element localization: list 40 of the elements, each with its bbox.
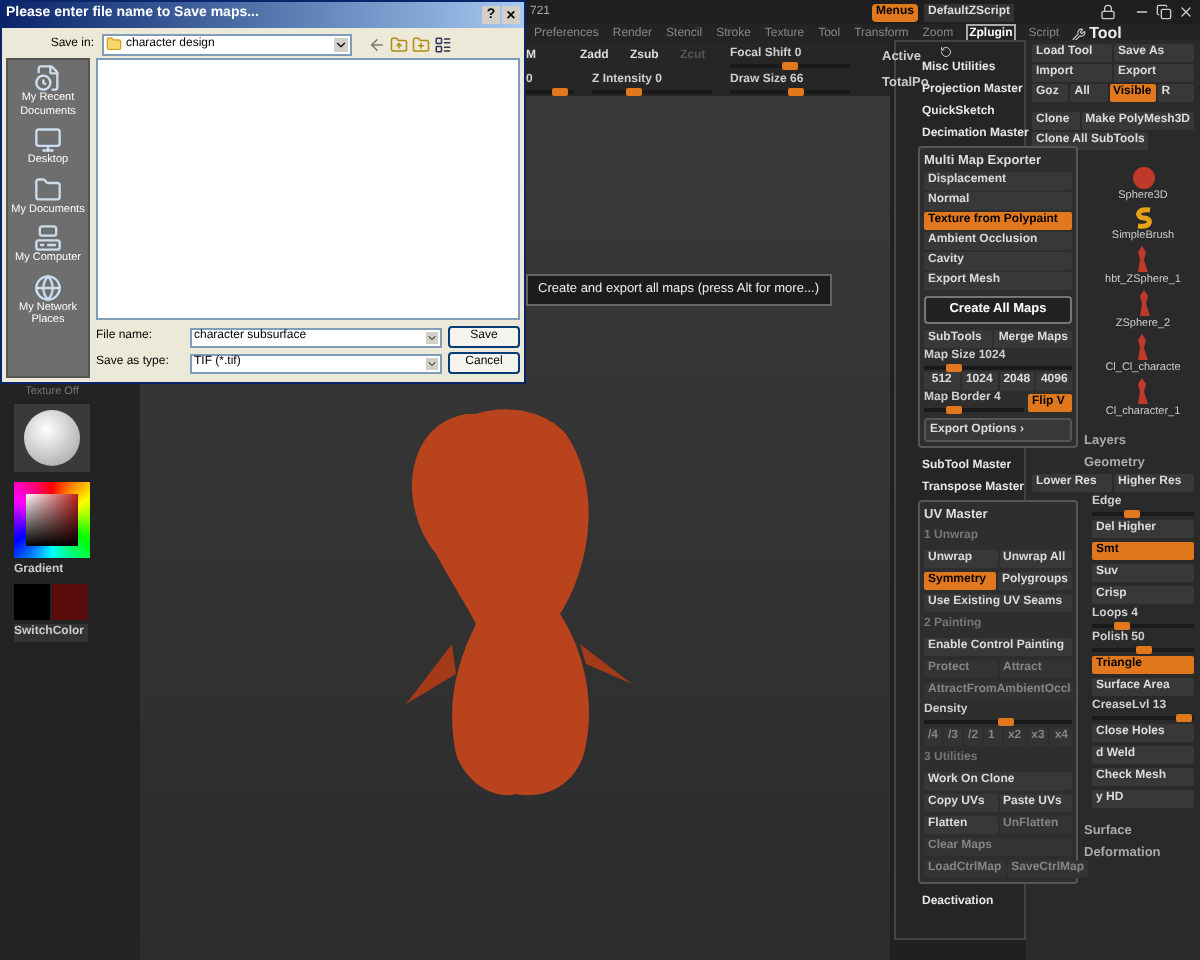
figure-icon — [1134, 246, 1151, 274]
figure-icon — [1134, 334, 1151, 362]
chevron-down-icon — [426, 331, 438, 343]
slider-thumb[interactable] — [1135, 646, 1151, 654]
folder-up-icon[interactable] — [390, 35, 408, 53]
slider-thumb[interactable] — [997, 718, 1014, 726]
folder-icon — [106, 36, 122, 52]
recent-icon — [34, 64, 62, 92]
back-arrow-icon[interactable] — [368, 35, 386, 53]
lock-icon[interactable] — [1100, 4, 1116, 20]
material-preview[interactable] — [14, 404, 90, 473]
view-menu-icon[interactable] — [434, 35, 452, 53]
slider-thumb[interactable] — [782, 61, 798, 69]
slider-thumb[interactable] — [946, 406, 962, 414]
slider-thumb[interactable] — [626, 87, 642, 95]
documents-icon — [34, 175, 62, 203]
restore-icon[interactable] — [1156, 4, 1172, 20]
wrench-icon — [1071, 27, 1086, 41]
sphere-icon — [1131, 166, 1155, 190]
network-icon — [34, 273, 62, 301]
figure-icon — [1135, 290, 1151, 318]
color-picker[interactable] — [14, 482, 90, 559]
slider-thumb[interactable] — [1175, 714, 1192, 722]
slider-thumb[interactable] — [551, 87, 568, 95]
computer-icon — [34, 224, 62, 252]
slider-thumb[interactable] — [788, 87, 804, 95]
panel-title: Tool — [1089, 22, 1122, 45]
slider-thumb[interactable] — [1114, 622, 1131, 630]
desktop-icon — [34, 126, 62, 154]
chevron-down-icon — [426, 357, 438, 369]
chevron-down-icon — [334, 37, 348, 51]
primary-color-swatch[interactable] — [14, 584, 50, 621]
figure-icon — [1134, 378, 1151, 406]
slider-thumb[interactable] — [945, 364, 962, 372]
close-button[interactable]: × — [502, 6, 520, 24]
close-icon[interactable] — [1178, 4, 1194, 20]
slider-thumb[interactable] — [1124, 510, 1141, 518]
s-brush-icon — [1131, 206, 1155, 230]
secondary-color-swatch[interactable] — [52, 584, 88, 621]
rotate-icon[interactable] — [940, 46, 952, 58]
